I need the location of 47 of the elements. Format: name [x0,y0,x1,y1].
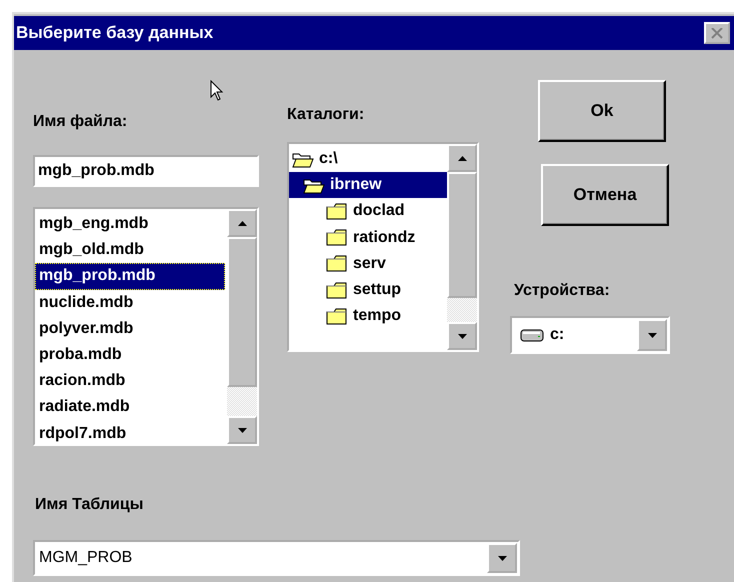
directory-item[interactable]: c:\ [316,149,341,170]
drives-label: Устройства: [514,282,611,300]
table-name-value: MGM_PROB [39,549,134,567]
scroll-up-button[interactable] [447,144,477,172]
ok-button[interactable]: Ok [538,80,666,142]
dropdown-button[interactable] [637,319,667,351]
down-arrow-icon [648,332,656,338]
scroll-up-button[interactable] [227,209,257,237]
directory-item[interactable]: rationdz [350,228,418,248]
file-item[interactable]: mgb_prob.mdb [35,263,225,290]
scrollbar-track[interactable] [447,298,477,322]
up-arrow-icon [238,220,246,226]
file-item[interactable]: mgb_old.mdb [35,237,225,264]
table-name-label: Имя Таблицы [35,496,144,514]
up-arrow-icon [458,156,466,160]
file-item[interactable]: rdpol7.mdb [35,420,225,444]
file-item[interactable]: proba.mdb [35,342,225,368]
directory-item[interactable]: tempo [350,306,404,326]
file-item[interactable]: mgb_eng.mdb [35,211,225,238]
file-name-field[interactable]: mgb_prob.mdb [33,155,259,187]
table-name-dropdown[interactable]: MGM_PROB [33,540,520,576]
file-item[interactable]: nuclide.mdb [35,290,225,316]
file-item[interactable]: polyver.mdb [35,316,225,342]
dropdown-button[interactable] [487,543,517,573]
down-arrow-icon [238,428,246,432]
directory-item[interactable]: serv [350,254,389,274]
scrollbar-thumb[interactable] [227,237,257,387]
drive-value: c: [550,326,566,344]
scrollbar-track[interactable] [227,387,257,416]
directory-item[interactable]: doclad [350,201,408,222]
close-icon [711,28,723,38]
drive-dropdown[interactable]: c: [510,316,670,354]
file-item[interactable]: radiate.mdb [35,394,225,420]
directory-item[interactable]: settup [350,280,404,300]
drive-icon [520,328,544,342]
scroll-down-button[interactable] [227,416,257,444]
scroll-down-button[interactable] [447,322,477,350]
file-item[interactable]: racion.mdb [35,368,225,394]
cancel-button[interactable]: Отмена [541,164,669,226]
file-name-label: Имя файла: [33,113,128,131]
down-arrow-icon [458,334,466,338]
mouse-cursor-icon [210,80,224,102]
window-title: Выберите базу данных [16,23,214,43]
close-button[interactable] [704,22,730,44]
scrollbar-thumb[interactable] [447,172,477,298]
down-arrow-icon [498,556,506,560]
directories-label: Каталоги: [287,106,366,124]
